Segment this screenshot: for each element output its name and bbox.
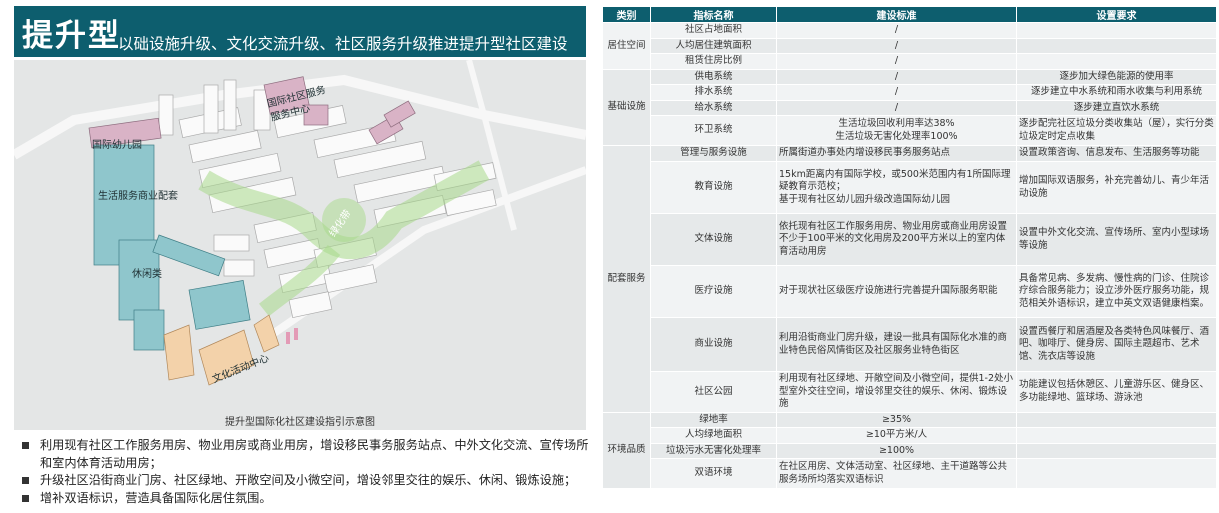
standard-cell: 所属街道办事处内增设移民事务服务站点 [776, 145, 1017, 162]
indicator-cell: 环卫系统 [650, 115, 777, 146]
indicator-cell: 教育设施 [650, 161, 777, 214]
requirement-cell: 具备常见病、多发病、慢性病的门诊、住院诊疗综合服务能力；设立涉外医疗服务功能，规… [1016, 265, 1217, 318]
standards-table: 类别 指标名称 建设标准 设置要求 居住空间 社区占地面积 / 人均居住建筑面积… [602, 6, 1217, 489]
requirement-cell [1016, 458, 1217, 489]
requirement-cell [1016, 442, 1217, 459]
indicator-cell: 社区公园 [650, 371, 777, 413]
requirement-cell [1016, 411, 1217, 428]
page-subtitle: 以础设施升级、文化交流升级、社区服务升级推进提升型社区建设 [118, 35, 568, 53]
requirement-cell: 逐步配完社区垃圾分类收集站（屋），实行分类垃圾定时定点收集 [1016, 115, 1217, 146]
indicator-cell: 排水系统 [650, 84, 777, 101]
standard-cell: / [776, 84, 1017, 101]
category-cell: 居住空间 [602, 22, 651, 70]
indicator-cell: 双语环境 [650, 458, 777, 489]
table-row: 人均居住建筑面积 / [603, 37, 1217, 54]
requirement-cell: 设置西餐厅和居酒屋及各类特色风味餐厅、酒吧、咖啡厅、健身房、国际主题超市、艺术馆… [1016, 317, 1217, 372]
indicator-cell: 人均绿地面积 [650, 427, 777, 444]
standard-cell: ≥35% [776, 411, 1017, 428]
requirement-cell: 逐步建立直饮水系统 [1016, 99, 1217, 116]
standard-cell: 利用现有社区绿地、开敞空间及小微空间，提供1-2处小型室外交往空间，增设邻里交往… [776, 371, 1017, 413]
page-header: 提升型 以础设施升级、文化交流升级、社区服务升级推进提升型社区建设 [14, 6, 586, 57]
indicator-cell: 管理与服务设施 [650, 145, 777, 162]
table-row: 环境品质 绿地率 ≥35% [602, 411, 1217, 489]
bullet-list: 利用现有社区工作服务用房、物业用房或商业用房，增设移民事务服务站点、中外文化交流… [20, 437, 590, 507]
category-cell: 基础设施 [602, 68, 651, 146]
indicator-cell: 人均居住建筑面积 [650, 37, 777, 54]
standard-cell: / [776, 53, 1017, 70]
standard-cell: / [776, 68, 1017, 85]
label-kindergarten: 国际幼儿园 [92, 140, 142, 151]
col-header-indicator: 指标名称 [650, 6, 777, 23]
standard-cell: ≥100% [776, 442, 1017, 459]
table-row: 医疗设施 对于现状社区级医疗设施进行完善提升国际服务职能 具备常见病、多发病、慢… [603, 265, 1217, 318]
indicator-cell: 垃圾污水无害化处理率 [650, 442, 777, 459]
table-row: 环卫系统 生活垃圾回收利用率达38% 生活垃圾无害化处理率100% 逐步配完社区… [603, 115, 1217, 146]
community-plan-map: 国际幼儿园 生活服务商业配套 休闲类 文化活动中心 绿化带 国际社区服务 服务中… [14, 60, 586, 415]
requirement-cell [1016, 22, 1217, 39]
standard-cell: 15km距离内有国际学校，或500米范围内有1所国际理疑教育示范校； 基于现有社… [776, 161, 1017, 214]
standard-cell: / [776, 37, 1017, 54]
indicator-cell: 供电系统 [650, 68, 777, 85]
bullet-item: 增补双语标识，营造具备国际化居住氛围。 [20, 490, 590, 508]
requirement-cell: 设置中外文化交流、宣传场所、室内小型球场等设施 [1016, 213, 1217, 266]
indicator-cell: 给水系统 [650, 99, 777, 116]
table-row: 社区公园 利用现有社区绿地、开敞空间及小微空间，提供1-2处小型室外交往空间，增… [603, 371, 1217, 413]
table-row: 基础设施 供电系统 / 逐步加大绿色能源的使用率 [602, 68, 1217, 146]
table-row: 配套服务 管理与服务设施 所属街道办事处内增设移民事务服务站点 设置政策咨询、信… [602, 145, 1217, 413]
table-row: 居住空间 社区占地面积 / [602, 22, 1217, 70]
requirement-cell: 增加国际双语服务，补充完善幼儿、青少年活动设施 [1016, 161, 1217, 214]
bullet-square-icon [22, 494, 29, 502]
standard-cell: 生活垃圾回收利用率达38% 生活垃圾无害化处理率100% [776, 115, 1017, 146]
table-row: 商业设施 利用沿街商业门房升级，建设一批具有国际化水准的商业特色民俗风情街区及社… [603, 317, 1217, 372]
page-title: 提升型 [22, 18, 121, 54]
standard-cell: 依托现有社区工作服务用房、物业用房或商业用房设置不少于100平米的文化用房及20… [776, 213, 1017, 266]
bullet-square-icon [22, 442, 29, 449]
col-header-standard: 建设标准 [776, 6, 1017, 23]
requirement-cell [1016, 53, 1217, 70]
requirement-cell: 逐步加大绿色能源的使用率 [1016, 68, 1217, 85]
col-header-requirement: 设置要求 [1016, 6, 1217, 23]
label-service-center: 生活服务商业配套 [98, 191, 178, 202]
requirement-cell: 设置政策咨询、信息发布、生活服务等功能 [1016, 145, 1217, 162]
bullet-item: 升级社区沿街商业门房、社区绿地、开敞空间及小微空间，增设邻里交往的娱乐、休闲、锻… [20, 472, 590, 490]
category-cell: 环境品质 [602, 411, 651, 489]
bullet-item: 利用现有社区工作服务用房、物业用房或商业用房，增设移民事务服务站点、中外文化交流… [20, 437, 590, 472]
table-row: 给水系统 / 逐步建立直饮水系统 [603, 99, 1217, 116]
table-row: 教育设施 15km距离内有国际学校，或500米范围内有1所国际理疑教育示范校； … [603, 161, 1217, 214]
requirement-cell: 逐步建立中水系统和雨水收集与利用系统 [1016, 84, 1217, 101]
table-row: 双语环境 在社区用房、文体活动室、社区绿地、主干道路等公共服务场所均落实双语标识 [603, 458, 1217, 489]
table-row: 人均绿地面积 ≥10平方米/人 [603, 427, 1217, 444]
table-row: 垃圾污水无害化处理率 ≥100% [603, 442, 1217, 459]
col-header-category: 类别 [602, 6, 651, 23]
standard-cell: 利用沿街商业门房升级，建设一批具有国际化水准的商业特色民俗风情街区及社区服务业特… [776, 317, 1017, 372]
table-row: 排水系统 / 逐步建立中水系统和雨水收集与利用系统 [603, 84, 1217, 101]
standard-cell: 对于现状社区级医疗设施进行完善提升国际服务职能 [776, 265, 1017, 318]
label-leisure: 休闲类 [132, 269, 162, 280]
indicator-cell: 绿地率 [650, 411, 777, 428]
indicator-cell: 医疗设施 [650, 265, 777, 318]
table-row: 租赁住房比例 / [603, 53, 1217, 70]
standard-cell: / [776, 99, 1017, 116]
category-cell: 配套服务 [602, 145, 651, 413]
indicator-cell: 商业设施 [650, 317, 777, 372]
table-row: 文体设施 依托现有社区工作服务用房、物业用房或商业用房设置不少于100平米的文化… [603, 213, 1217, 266]
standard-cell: / [776, 22, 1017, 39]
requirement-cell: 功能建议包括休憩区、儿童游乐区、健身区、多功能绿地、篮球场、游泳池 [1016, 371, 1217, 413]
map-caption: 提升型国际化社区建设指引示意图 [14, 415, 586, 430]
indicator-cell: 租赁住房比例 [650, 53, 777, 70]
indicator-cell: 文体设施 [650, 213, 777, 266]
indicator-cell: 社区占地面积 [650, 22, 777, 39]
table-header-row: 类别 指标名称 建设标准 设置要求 [602, 6, 1217, 23]
requirement-cell [1016, 37, 1217, 54]
standard-cell: ≥10平方米/人 [776, 427, 1017, 444]
requirement-cell [1016, 427, 1217, 444]
standard-cell: 在社区用房、文体活动室、社区绿地、主干道路等公共服务场所均落实双语标识 [776, 458, 1017, 489]
bullet-square-icon [22, 477, 29, 484]
